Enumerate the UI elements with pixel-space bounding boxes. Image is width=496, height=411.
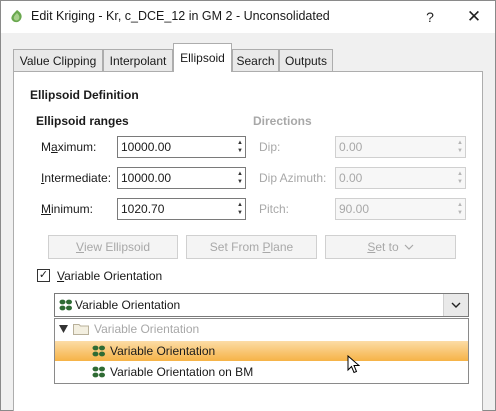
- intermediate-stepper[interactable]: ▲▼: [117, 167, 246, 189]
- dialog-window: Edit Kriging - Kr, c_DCE_12 in GM 2 - Un…: [0, 0, 496, 411]
- tab-ellipsoid[interactable]: Ellipsoid: [173, 43, 232, 72]
- variable-orientation-icon: [92, 345, 105, 357]
- set-from-plane-button[interactable]: Set From Plane: [186, 235, 317, 259]
- variable-orientation-combo[interactable]: Variable Orientation: [54, 293, 469, 317]
- minimum-stepper[interactable]: ▲▼: [117, 198, 246, 220]
- leapfrog-app-icon: [11, 10, 22, 23]
- intermediate-label: Intermediate:: [41, 171, 112, 185]
- tree-folder-label: Variable Orientation: [94, 322, 200, 336]
- dip-spin-arrows: ▲ ▼: [457, 140, 463, 154]
- mouse-cursor-icon: [347, 355, 360, 374]
- maximum-input[interactable]: [118, 137, 233, 157]
- dip-azimuth-stepper: ▲▼: [335, 167, 466, 189]
- maximum-stepper[interactable]: ▲▼: [117, 136, 246, 158]
- chevron-down-icon: [404, 244, 414, 250]
- intermediate-input[interactable]: [118, 168, 233, 188]
- close-button[interactable]: ✕: [453, 1, 495, 33]
- dip-azimuth-label: Dip Azimuth:: [259, 171, 327, 185]
- maximum-label: Maximum:: [41, 140, 97, 154]
- dip-azimuth-input: [336, 168, 453, 188]
- combo-selected-text: Variable Orientation: [75, 298, 181, 312]
- view-ellipsoid-button[interactable]: View Ellipsoid: [48, 235, 178, 259]
- combo-dropdown-button[interactable]: [443, 294, 468, 316]
- help-button[interactable]: ?: [409, 1, 451, 33]
- title-bar: Edit Kriging - Kr, c_DCE_12 in GM 2 - Un…: [1, 1, 495, 33]
- directions-heading: Directions: [253, 114, 312, 128]
- dip-azimuth-spin-arrows: ▲ ▼: [457, 171, 463, 185]
- variable-orientation-checkbox[interactable]: ✓: [37, 269, 50, 282]
- minimum-input[interactable]: [118, 199, 233, 219]
- variable-orientation-dropdown-list: Variable Orientation Variable Orientatio…: [54, 318, 469, 384]
- maximum-spin-arrows[interactable]: ▲ ▼: [235, 137, 245, 157]
- pitch-spin-arrows: ▲ ▼: [457, 202, 463, 216]
- minimum-label: Minimum:: [41, 202, 94, 216]
- tab-value-clipping[interactable]: Value Clipping: [13, 49, 103, 71]
- collapse-triangle-icon[interactable]: [59, 325, 68, 333]
- window-title: Edit Kriging - Kr, c_DCE_12 in GM 2 - Un…: [31, 9, 330, 23]
- intermediate-spin-arrows[interactable]: ▲ ▼: [235, 168, 245, 188]
- set-to-button[interactable]: Set to: [325, 235, 456, 259]
- tab-search[interactable]: Search: [232, 49, 279, 71]
- variable-orientation-icon: [92, 366, 105, 378]
- list-item-variable-orientation-on-bm[interactable]: Variable Orientation on BM: [55, 362, 468, 382]
- list-item-variable-orientation[interactable]: Variable Orientation: [55, 341, 468, 361]
- tab-interpolant[interactable]: Interpolant: [103, 49, 173, 71]
- ellipsoid-definition-heading: Ellipsoid Definition: [30, 88, 139, 102]
- tree-folder-row: Variable Orientation: [55, 319, 468, 339]
- pitch-label: Pitch:: [259, 202, 290, 216]
- chevron-down-icon: [451, 302, 461, 308]
- ellipsoid-ranges-heading: Ellipsoid ranges: [36, 114, 129, 128]
- ellipsoid-tab-panel: Ellipsoid Definition Ellipsoid ranges Di…: [13, 71, 483, 411]
- dip-input: [336, 137, 453, 157]
- folder-icon: [73, 324, 89, 335]
- variable-orientation-checkbox-label[interactable]: Variable Orientation: [57, 269, 162, 283]
- dip-label: Dip:: [259, 140, 281, 154]
- list-item-label: Variable Orientation: [110, 344, 216, 358]
- dip-stepper: ▲▼: [335, 136, 466, 158]
- list-item-label: Variable Orientation on BM: [110, 365, 254, 379]
- pitch-stepper: ▲▼: [335, 198, 466, 220]
- minimum-spin-arrows[interactable]: ▲ ▼: [235, 199, 245, 219]
- variable-orientation-icon: [59, 299, 72, 311]
- tab-outputs[interactable]: Outputs: [279, 49, 333, 71]
- pitch-input: [336, 199, 453, 219]
